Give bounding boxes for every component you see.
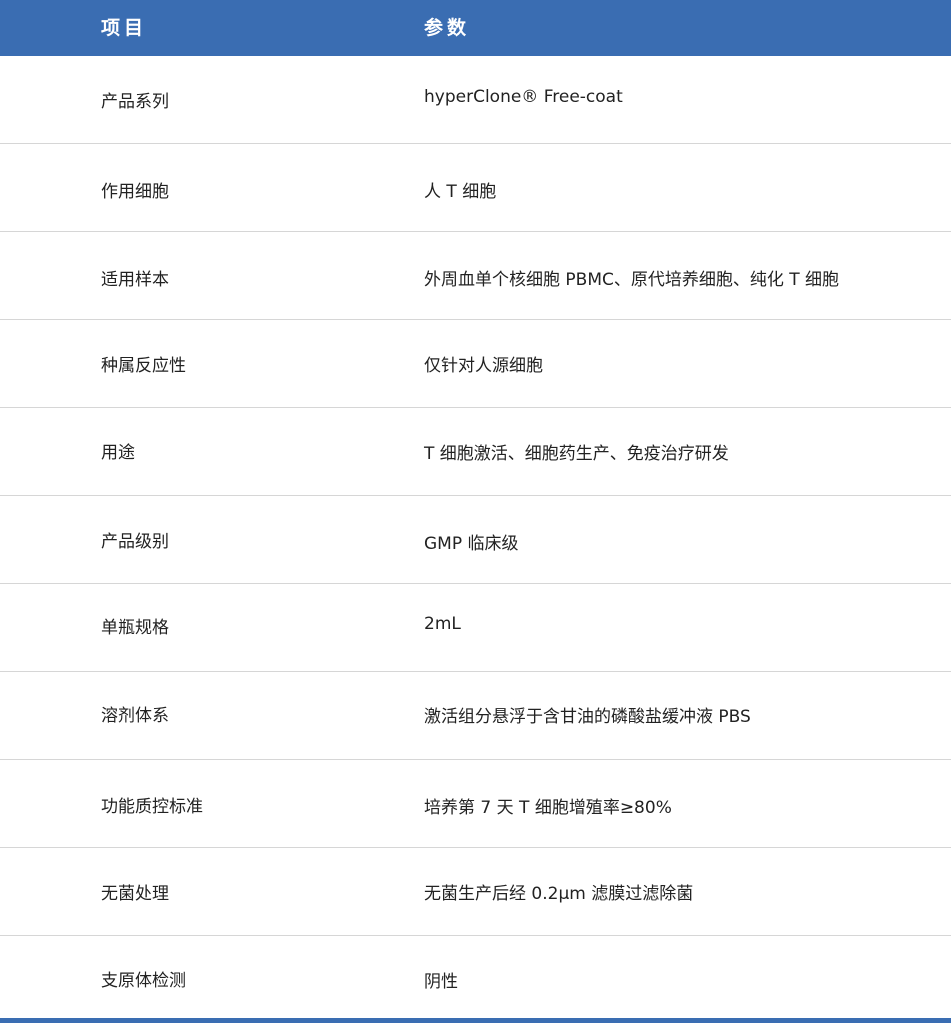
row-value: T 细胞激活、细胞药生产、免疫治疗研发 (424, 444, 729, 464)
row-item: 产品级别 (101, 532, 169, 552)
row-item: 单瓶规格 (101, 618, 169, 638)
row-item: 作用细胞 (101, 182, 169, 202)
table-row: 作用细胞 人 T 细胞 (0, 144, 951, 232)
row-value: 培养第 7 天 T 细胞增殖率≥80% (424, 798, 672, 818)
row-value: 2mL (424, 614, 461, 634)
table-bottom-bar (0, 1018, 951, 1023)
row-value: hyperClone® Free-coat (424, 87, 623, 107)
table-row: 适用样本 外周血单个核细胞 PBMC、原代培养细胞、纯化 T 细胞 (0, 232, 951, 320)
table-row: 功能质控标准 培养第 7 天 T 细胞增殖率≥80% (0, 760, 951, 848)
row-value: 人 T 细胞 (424, 182, 497, 202)
table-row: 单瓶规格 2mL (0, 584, 951, 672)
row-value: 阴性 (424, 972, 458, 992)
table-header: 项目 参数 (0, 0, 951, 56)
table-row: 支原体检测 阴性 (0, 936, 951, 1020)
row-item: 支原体检测 (101, 971, 186, 991)
spec-table: 项目 参数 产品系列 hyperClone® Free-coat 作用细胞 人 … (0, 0, 951, 1020)
row-item: 种属反应性 (101, 356, 186, 376)
row-value: 仅针对人源细胞 (424, 356, 543, 376)
header-item: 项目 (101, 17, 148, 39)
row-item: 产品系列 (101, 92, 169, 112)
row-value: 激活组分悬浮于含甘油的磷酸盐缓冲液 PBS (424, 707, 751, 727)
table-row: 无菌处理 无菌生产后经 0.2μm 滤膜过滤除菌 (0, 848, 951, 936)
table-row: 产品级别 GMP 临床级 (0, 496, 951, 584)
table-row: 产品系列 hyperClone® Free-coat (0, 56, 951, 144)
row-value: 无菌生产后经 0.2μm 滤膜过滤除菌 (424, 884, 694, 904)
table-row: 溶剂体系 激活组分悬浮于含甘油的磷酸盐缓冲液 PBS (0, 672, 951, 760)
table-body: 产品系列 hyperClone® Free-coat 作用细胞 人 T 细胞 适… (0, 56, 951, 1020)
row-value: 外周血单个核细胞 PBMC、原代培养细胞、纯化 T 细胞 (424, 270, 840, 290)
table-row: 种属反应性 仅针对人源细胞 (0, 320, 951, 408)
row-value: GMP 临床级 (424, 534, 519, 554)
row-item: 功能质控标准 (101, 797, 203, 817)
row-item: 无菌处理 (101, 884, 169, 904)
header-param: 参数 (424, 17, 471, 39)
row-item: 适用样本 (101, 270, 169, 290)
row-item: 溶剂体系 (101, 706, 169, 726)
table-row: 用途 T 细胞激活、细胞药生产、免疫治疗研发 (0, 408, 951, 496)
row-item: 用途 (101, 443, 135, 463)
